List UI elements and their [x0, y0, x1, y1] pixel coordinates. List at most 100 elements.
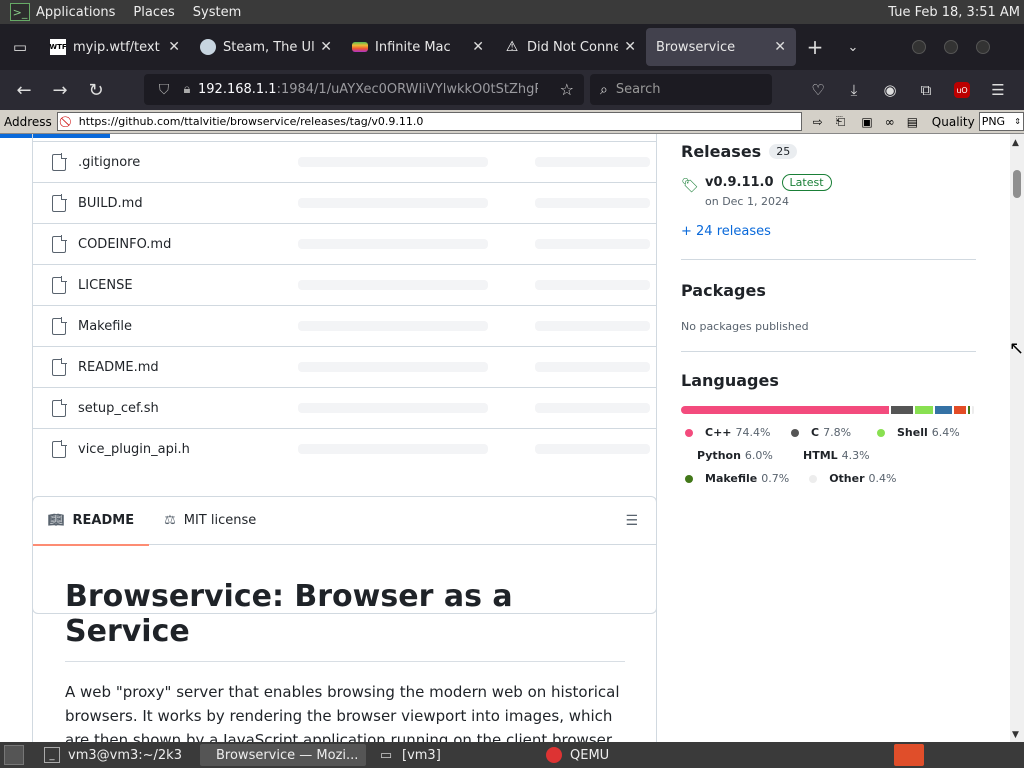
vertical-scrollbar[interactable]: ▲ ▼ [1010, 134, 1024, 742]
quality-format-select[interactable]: PNG ⇕ [978, 112, 1024, 131]
language-item[interactable]: Makefile 0.7% [681, 467, 789, 490]
lock-icon[interactable]: 🔒︎ [176, 82, 198, 97]
close-icon[interactable]: ✕ [774, 39, 786, 55]
close-window-icon[interactable] [976, 40, 990, 54]
law-scale-icon: ⚖ [164, 513, 176, 528]
close-icon[interactable]: ✕ [624, 39, 636, 55]
language-name: C++ [705, 426, 732, 439]
go-arrow-icon[interactable]: ⇨ [808, 113, 827, 131]
save-page-icon[interactable]: ▣ [858, 113, 877, 131]
file-row[interactable]: README.md [33, 346, 656, 387]
maximize-window-icon[interactable] [944, 40, 958, 54]
file-name[interactable]: LICENSE [78, 278, 133, 293]
tab-license[interactable]: ⚖ MIT license [149, 497, 271, 545]
language-item[interactable]: Shell 6.4% [873, 421, 960, 444]
latest-release[interactable]: 🏷︎ v0.9.11.0 Latest on Dec 1, 2024 [681, 174, 976, 208]
places-menu[interactable]: Places [133, 5, 174, 20]
language-item[interactable]: Python 6.0% [681, 444, 773, 467]
bookmark-icon[interactable]: ⎗ [831, 113, 850, 131]
language-item[interactable]: C 7.8% [787, 421, 857, 444]
system-menu[interactable]: System [193, 5, 241, 20]
address-label: Address [4, 114, 52, 129]
packages-heading[interactable]: Packages [681, 281, 976, 300]
tab-did-not-connect[interactable]: ⚠ Did Not Conne ✕ [494, 28, 646, 66]
file-row[interactable]: .gitignore [33, 141, 656, 182]
file-row[interactable]: setup_cef.sh [33, 387, 656, 428]
clipboard-icon[interactable]: ▤ [903, 113, 922, 131]
releases-title[interactable]: Releases [681, 142, 761, 161]
task-label: Browservice — Mozi... [216, 747, 359, 763]
commit-message-placeholder [298, 362, 488, 372]
back-arrow-icon[interactable]: ← [6, 74, 42, 106]
scroll-down-arrow-icon[interactable]: ▼ [1012, 730, 1019, 740]
url-bar[interactable]: ⛉ 🔒︎ 192.168.1.1:1984/1/uAYXec0ORWIiVYlw… [144, 74, 584, 105]
task-terminal[interactable]: _ vm3@vm3:~/2k3 [36, 744, 196, 766]
language-item[interactable]: HTML 4.3% [787, 444, 870, 467]
file-row[interactable]: vice_plugin_api.h [33, 428, 656, 469]
pocket-icon[interactable]: ♡ [800, 81, 836, 99]
releases-heading[interactable]: Releases 25 [681, 142, 976, 161]
firefox-view-icon[interactable]: ▭ [0, 28, 40, 66]
account-icon[interactable]: ◉ [872, 81, 908, 99]
outline-list-icon[interactable]: ☰ [625, 513, 638, 529]
url-text[interactable]: 192.168.1.1:1984/1/uAYXec0ORWIiVYlwkkO0t… [198, 82, 538, 97]
address-field[interactable]: ⃠ https://github.com/ttalvitie/browservi… [56, 112, 803, 131]
file-row[interactable]: LICENSE [33, 264, 656, 305]
minimize-window-icon[interactable] [912, 40, 926, 54]
bookmark-star-icon[interactable]: ☆ [560, 80, 574, 99]
spinner-icon[interactable]: ⇕ [1014, 117, 1023, 126]
tab-readme[interactable]: 📖︎ README [33, 497, 150, 546]
file-name[interactable]: CODEINFO.md [78, 237, 171, 252]
tab-steam[interactable]: Steam, The Ulti ✕ [190, 28, 342, 66]
show-desktop-icon[interactable] [4, 745, 24, 765]
file-row[interactable]: BUILD.md [33, 182, 656, 223]
firefox-tray-icon[interactable] [894, 744, 924, 766]
close-icon[interactable]: ✕ [320, 39, 332, 55]
terminal-logo-icon[interactable]: >_ [10, 3, 30, 21]
file-name[interactable]: Makefile [78, 319, 132, 334]
task-qemu[interactable]: QEMU [538, 744, 617, 766]
task-file-manager[interactable]: ▭ [vm3] [370, 744, 534, 766]
language-bar-segment [681, 406, 890, 414]
scroll-up-arrow-icon[interactable]: ▲ [1012, 138, 1019, 148]
forward-arrow-icon[interactable]: → [42, 74, 78, 106]
find-binoculars-icon[interactable]: ∞ [880, 113, 899, 131]
ublock-origin-icon[interactable]: uO [954, 82, 970, 98]
address-url: https://github.com/ttalvitie/browservice… [78, 115, 424, 128]
search-input[interactable]: ⌕ Search [590, 74, 772, 105]
file-row[interactable]: CODEINFO.md [33, 223, 656, 264]
language-bar-segment [891, 406, 914, 414]
extensions-puzzle-icon[interactable]: ⧉ [908, 81, 944, 99]
language-bar-segment [972, 406, 975, 414]
close-icon[interactable]: ✕ [168, 39, 180, 55]
language-item[interactable]: Other 0.4% [805, 467, 896, 490]
panel-clock[interactable]: Tue Feb 18, 3:51 AM [888, 5, 1020, 20]
file-name[interactable]: vice_plugin_api.h [78, 442, 190, 457]
commit-message-placeholder [298, 444, 488, 454]
more-releases-link[interactable]: + 24 releases [681, 224, 976, 239]
hamburger-menu-icon[interactable]: ☰ [980, 81, 1016, 99]
scroll-thumb[interactable] [1013, 170, 1021, 198]
list-all-tabs-chevron-icon[interactable]: ⌄ [834, 40, 872, 55]
applications-menu[interactable]: Applications [36, 5, 115, 20]
tab-browservice[interactable]: Browservice ✕ [646, 28, 796, 66]
file-name[interactable]: setup_cef.sh [78, 401, 159, 416]
commit-message-placeholder [298, 198, 488, 208]
warning-icon: ⚠ [505, 39, 519, 55]
tab-myip[interactable]: WTF myip.wtf/text ✕ [40, 28, 190, 66]
file-name[interactable]: BUILD.md [78, 196, 143, 211]
language-color-dot [809, 474, 818, 483]
language-item[interactable]: C++ 74.4% [681, 421, 771, 444]
reload-icon[interactable]: ↻ [78, 74, 114, 106]
new-tab-plus-icon[interactable]: + [796, 35, 834, 59]
release-version[interactable]: v0.9.11.0 [705, 175, 774, 190]
close-icon[interactable]: ✕ [472, 39, 484, 55]
shield-icon[interactable]: ⛉ [152, 82, 176, 98]
file-name[interactable]: README.md [78, 360, 159, 375]
file-name[interactable]: .gitignore [78, 155, 140, 170]
task-firefox[interactable]: Browservice — Mozi... [200, 744, 366, 766]
file-row[interactable]: Makefile [33, 305, 656, 346]
tab-license-label: MIT license [183, 513, 257, 528]
downloads-icon[interactable]: ⤓ [836, 81, 872, 99]
tab-infinite-mac[interactable]: Infinite Mac ✕ [342, 28, 494, 66]
